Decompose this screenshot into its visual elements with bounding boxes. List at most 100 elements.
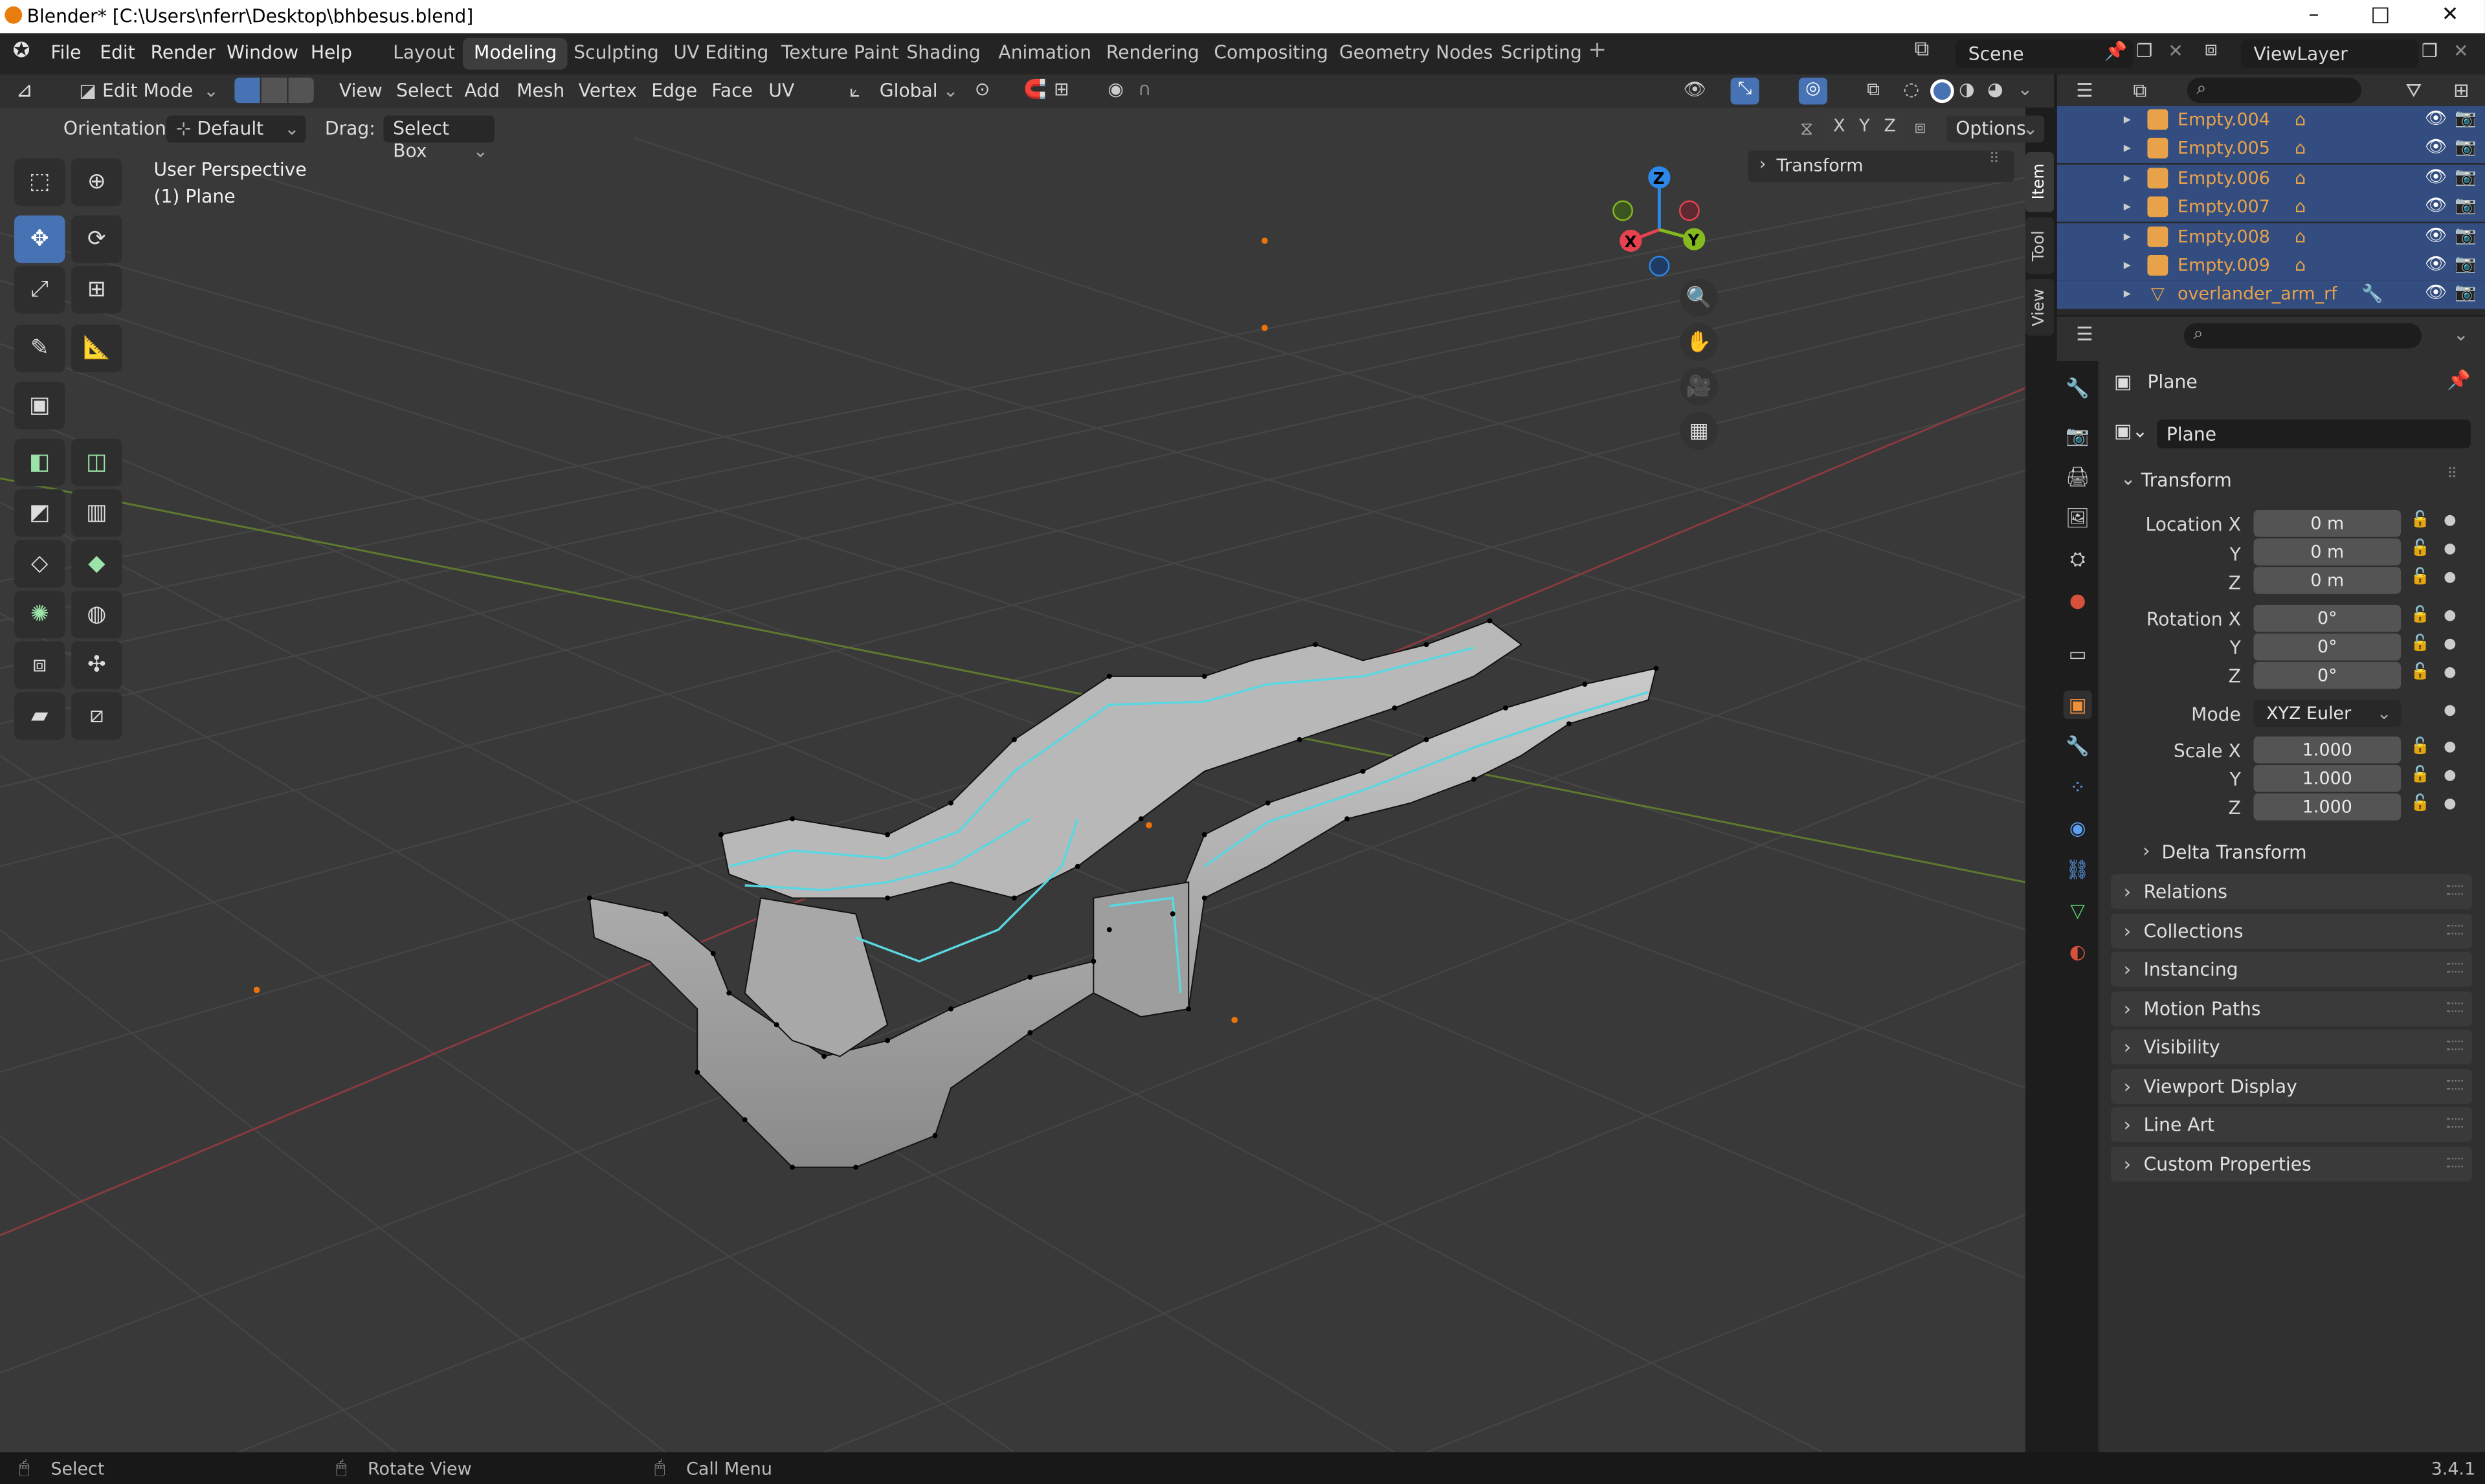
disclosure-triangle-icon[interactable]: ▸: [2124, 142, 2131, 157]
remove-view-layer-icon[interactable]: ✕: [2453, 39, 2469, 61]
blender-menu-icon[interactable]: ✪: [13, 39, 30, 63]
menu-help[interactable]: Help: [311, 41, 352, 63]
visibility-eye-icon[interactable]: 👁: [2425, 254, 2447, 274]
outliner-item[interactable]: ▸ Empty.007 ⌂ 👁 📷: [2056, 194, 2485, 223]
workspace-tab-rendering[interactable]: Rendering: [1095, 38, 1210, 70]
lock-icon[interactable]: 🔓: [2411, 663, 2430, 681]
disclosure-triangle-icon[interactable]: ▸: [2124, 258, 2131, 274]
smooth-tool[interactable]: ◍: [71, 590, 122, 639]
menu-edit[interactable]: Edit: [100, 41, 135, 63]
menu-edge[interactable]: Edge: [651, 79, 697, 101]
pan-hand-icon[interactable]: ✋: [1680, 323, 1718, 361]
view-layer-field[interactable]: ViewLayer: [2240, 39, 2419, 69]
overlays-toggle-icon[interactable]: ◎: [1798, 77, 1827, 105]
pin-icon[interactable]: 📌: [2104, 39, 2127, 61]
menu-select[interactable]: Select: [396, 79, 452, 101]
location-y-field[interactable]: 0 m: [2253, 538, 2401, 566]
mirror-icon[interactable]: ⧖: [1800, 117, 1813, 141]
rotation-z-field[interactable]: 0°: [2253, 661, 2401, 689]
render-camera-icon[interactable]: 📷: [2455, 283, 2477, 304]
rotation-mode-dropdown[interactable]: XYZ Euler ⌄: [2253, 700, 2401, 727]
workspace-tab-compositing[interactable]: Compositing: [1203, 38, 1339, 70]
tool-tab-icon[interactable]: 🔧: [2064, 374, 2092, 403]
scene-tab-icon[interactable]: ⛭: [2064, 545, 2092, 573]
outliner-item-name[interactable]: Empty.007: [2178, 197, 2270, 217]
zoom-icon[interactable]: 🔍: [1680, 278, 1718, 317]
shear-tool[interactable]: ▰: [14, 692, 65, 740]
outliner-item-name[interactable]: Empty.004: [2178, 109, 2270, 130]
lock-icon[interactable]: 🔓: [2411, 540, 2430, 557]
editor-type-icon[interactable]: ⊿: [16, 79, 33, 103]
render-camera-icon[interactable]: 📷: [2455, 195, 2477, 216]
knife-tool[interactable]: ◇: [14, 540, 65, 588]
edge-select-icon[interactable]: [261, 77, 287, 104]
inset-tool[interactable]: ◫: [71, 438, 122, 487]
physics-tab-icon[interactable]: ◉: [2064, 814, 2092, 843]
outliner-item[interactable]: ▸ ▽ overlander_arm_rf 🔧 👁 📷: [2056, 281, 2485, 310]
workspace-tab-shading[interactable]: Shading: [895, 38, 992, 70]
outliner-item[interactable]: ▸ Empty.004 ⌂ 👁 📷: [2056, 105, 2485, 135]
transform-orientation-icon[interactable]: ⟀: [849, 79, 860, 103]
render-camera-icon[interactable]: 📷: [2455, 254, 2477, 274]
visibility-icon[interactable]: 👁: [1683, 78, 1706, 100]
proportional-edit-icon[interactable]: ◉: [1108, 78, 1124, 100]
delta-transform-subpanel[interactable]: › Delta Transform: [2133, 836, 2466, 868]
cursor-tool[interactable]: ⊕: [71, 158, 122, 206]
material-shading-icon[interactable]: ◑: [1959, 78, 1975, 100]
location-x-field[interactable]: 0 m: [2253, 509, 2401, 537]
view-layer-icon[interactable]: ⧈: [2205, 38, 2218, 62]
panel-instancing[interactable]: › Instancing: [2111, 951, 2473, 987]
annotate-tool[interactable]: ✎: [14, 324, 65, 373]
select-box-tool[interactable]: ⬚: [14, 158, 65, 206]
collection-tab-icon[interactable]: ▭: [2064, 640, 2092, 669]
remove-scene-icon[interactable]: ✕: [2168, 39, 2183, 61]
lock-icon[interactable]: 🔓: [2411, 606, 2430, 624]
new-view-layer-icon[interactable]: ❐: [2422, 39, 2438, 61]
outliner-item[interactable]: ▸ Empty.006 ⌂ 👁 📷: [2056, 164, 2485, 194]
outliner-item[interactable]: ▸ Empty.009 ⌂ 👁 📷: [2056, 252, 2485, 281]
lock-icon[interactable]: 🔓: [2411, 635, 2430, 652]
menu-face[interactable]: Face: [711, 79, 753, 101]
render-camera-icon[interactable]: 📷: [2455, 166, 2477, 186]
poly-build-tool[interactable]: ◆: [71, 540, 122, 588]
lock-icon[interactable]: 🔓: [2411, 569, 2430, 586]
menu-vertex[interactable]: Vertex: [579, 79, 638, 101]
lock-icon[interactable]: 🔓: [2411, 738, 2430, 755]
keyframe-dot-icon[interactable]: ●: [2444, 608, 2456, 624]
scale-tool[interactable]: ⤢: [14, 266, 65, 314]
rendered-shading-icon[interactable]: ◕: [1987, 78, 2003, 100]
view-layer-tab-icon[interactable]: 🖼: [2064, 504, 2092, 532]
display-mode-icon[interactable]: ⧉: [2133, 79, 2146, 103]
menu-file[interactable]: File: [50, 41, 81, 63]
scale-y-field[interactable]: 1.000: [2253, 764, 2401, 792]
render-camera-icon[interactable]: 📷: [2455, 137, 2477, 157]
npanel-tab-view[interactable]: View: [2025, 278, 2054, 336]
visibility-eye-icon[interactable]: 👁: [2425, 137, 2447, 157]
filter-icon[interactable]: ⛛: [2406, 79, 2422, 103]
solid-shading-icon[interactable]: [1930, 79, 1954, 104]
material-tab-icon[interactable]: ◐: [2064, 938, 2092, 966]
lock-icon[interactable]: 🔓: [2411, 795, 2430, 812]
rip-region-tool[interactable]: ⧄: [71, 692, 122, 740]
panel-motion-paths[interactable]: › Motion Paths: [2111, 990, 2473, 1026]
spin-tool[interactable]: ✺: [14, 590, 65, 639]
keyframe-dot-icon[interactable]: ●: [2444, 740, 2456, 755]
data-tab-icon[interactable]: ▽: [2064, 896, 2092, 925]
object-tab-icon[interactable]: ▣: [2063, 690, 2092, 720]
workspace-tab-uv-editing[interactable]: UV Editing: [662, 38, 779, 70]
lock-icon[interactable]: 🔓: [2411, 766, 2430, 784]
maximize-button[interactable]: □: [2365, 3, 2396, 27]
gizmo-toggle-icon[interactable]: ⤡: [1730, 77, 1759, 105]
move-tool[interactable]: ✥: [14, 215, 65, 263]
rotation-y-field[interactable]: 0°: [2253, 633, 2401, 661]
snap-icon[interactable]: 🧲: [1024, 78, 1047, 100]
xray-toggle-icon[interactable]: ⧉: [1867, 78, 1880, 102]
vertex-select-icon[interactable]: [234, 77, 260, 104]
properties-search-input[interactable]: ⌕: [2183, 323, 2422, 349]
workspace-tab-geometry-nodes[interactable]: Geometry Nodes: [1328, 38, 1504, 70]
snap-target-icon[interactable]: ⊞: [1054, 78, 1069, 100]
workspace-tab-sculpting[interactable]: Sculpting: [563, 38, 670, 70]
keyframe-dot-icon[interactable]: ●: [2444, 513, 2456, 529]
outliner-item-name[interactable]: overlander_arm_rf: [2178, 284, 2337, 305]
disclosure-triangle-icon[interactable]: ▸: [2124, 113, 2131, 128]
